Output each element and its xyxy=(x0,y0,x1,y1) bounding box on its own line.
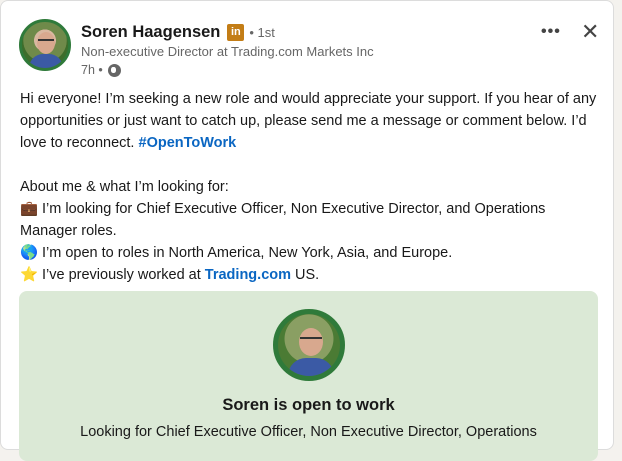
briefcase-icon: 💼 xyxy=(20,201,39,217)
more-options-button[interactable]: ••• xyxy=(541,23,561,41)
bullet-experience-suffix: US. xyxy=(291,267,320,283)
post-meta: 7h • xyxy=(81,63,553,77)
globe-americas-icon: 🌎 xyxy=(20,245,39,261)
open-to-work-description: Looking for Chief Executive Officer, Non… xyxy=(80,424,537,440)
globe-icon xyxy=(107,63,121,77)
author-avatar[interactable] xyxy=(19,19,71,71)
post-intro-text: Hi everyone! I’m seeking a new role and … xyxy=(20,91,597,151)
bullet-locations: I’m open to roles in North America, New … xyxy=(42,245,453,261)
avatar xyxy=(19,19,71,71)
hashtag-link[interactable]: #OpenToWork xyxy=(139,135,237,151)
post-header: Soren Haagensen in • 1st Non-executive D… xyxy=(81,20,553,78)
open-to-work-card[interactable]: Soren is open to work Looking for Chief … xyxy=(19,291,598,461)
bullet-experience-prefix: I’ve previously worked at xyxy=(42,267,205,283)
open-to-work-title: Soren is open to work xyxy=(222,396,395,414)
author-headline: Non-executive Director at Trading.com Ma… xyxy=(81,44,374,59)
star-icon: ⭐ xyxy=(20,267,39,283)
about-heading: About me & what I’m looking for: xyxy=(20,179,229,195)
post-time: 7h • xyxy=(81,63,103,77)
bullet-roles: I’m looking for Chief Executive Officer,… xyxy=(20,201,546,239)
post-card: Soren Haagensen in • 1st Non-executive D… xyxy=(0,0,614,461)
author-name[interactable]: Soren Haagensen xyxy=(81,23,220,42)
company-link[interactable]: Trading.com xyxy=(205,267,291,283)
close-icon[interactable]: ✕ xyxy=(581,19,599,45)
linkedin-premium-icon: in xyxy=(227,23,245,41)
post-body: Hi everyone! I’m seeking a new role and … xyxy=(20,88,600,286)
open-to-work-avatar xyxy=(273,309,345,381)
connection-degree: • 1st xyxy=(249,24,275,40)
